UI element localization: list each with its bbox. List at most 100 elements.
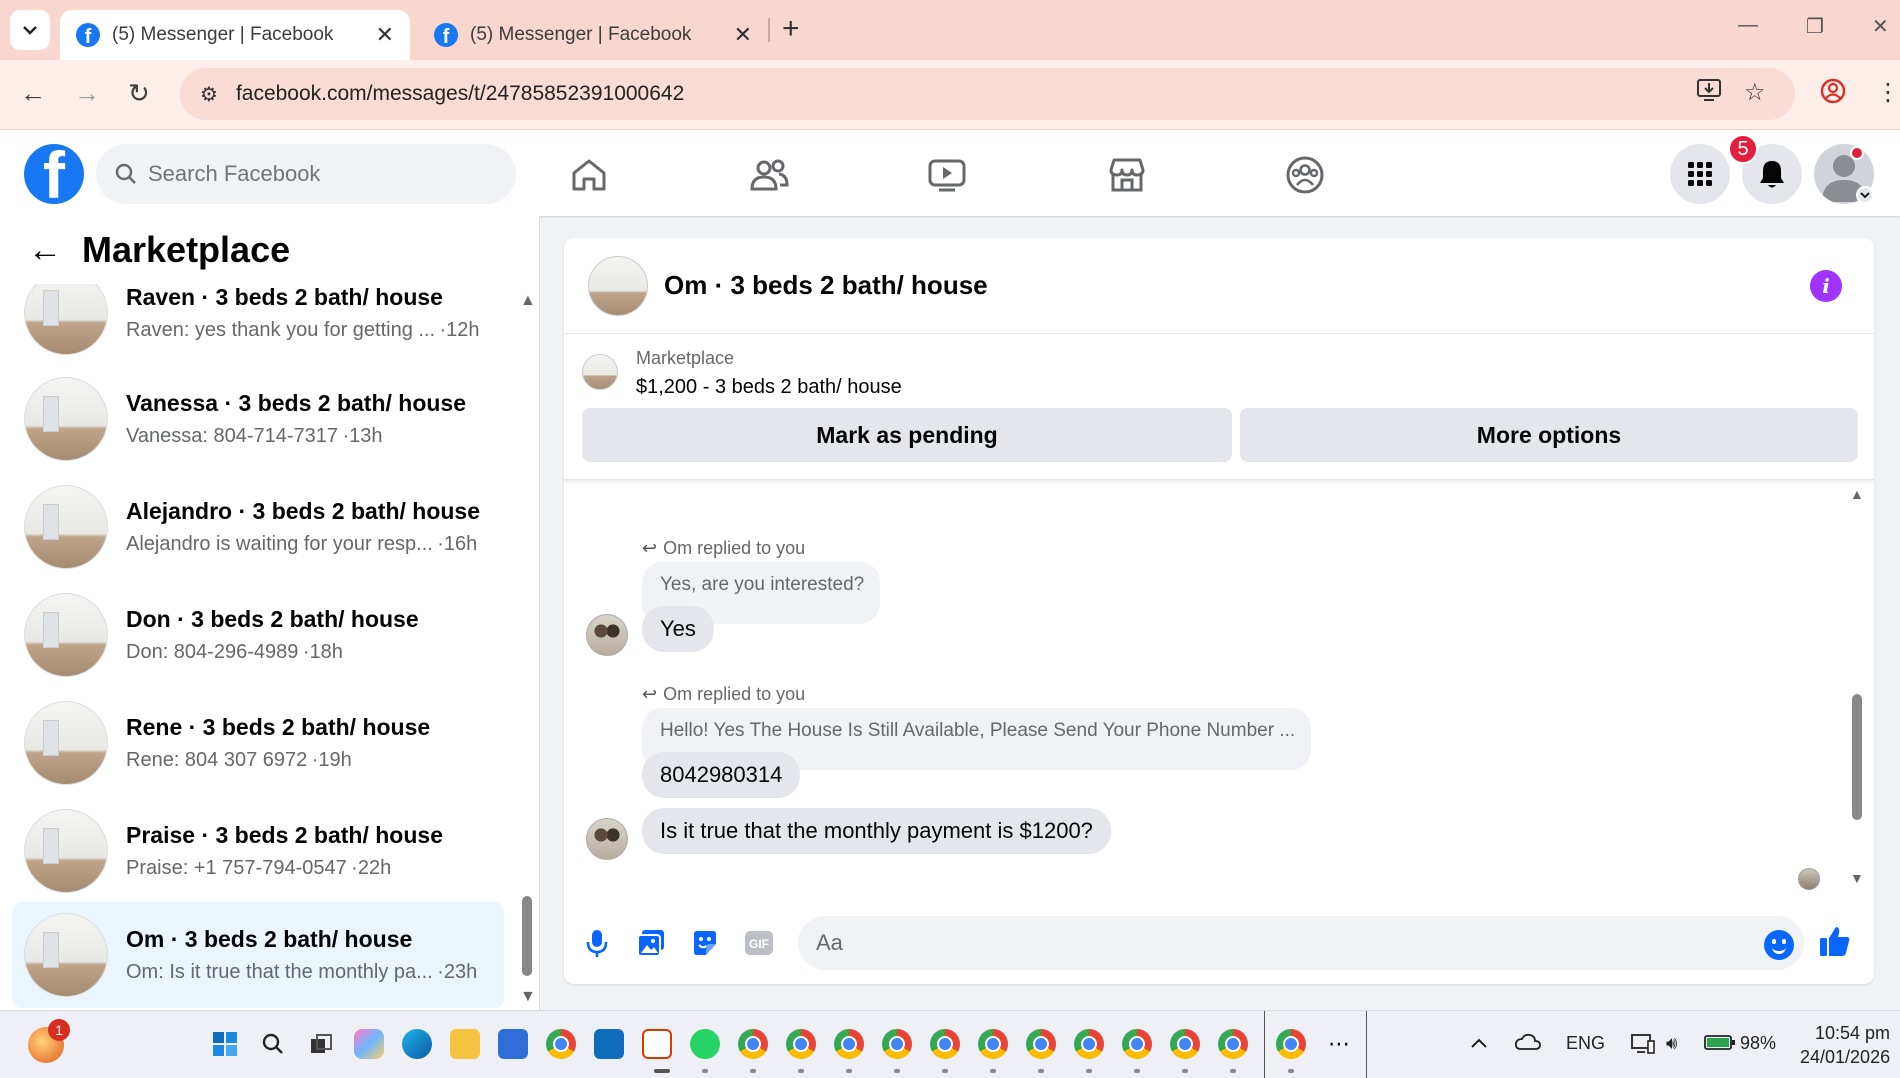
gif-icon[interactable]: GIF <box>742 926 776 960</box>
chrome-window-icon[interactable] <box>834 1029 864 1059</box>
scrollbar-thumb[interactable] <box>1852 694 1862 820</box>
message-bubble[interactable]: Is it true that the monthly payment is $… <box>642 808 1111 854</box>
facebook-search[interactable] <box>96 144 516 204</box>
chrome-window-icon[interactable] <box>1170 1029 1200 1059</box>
browser-menu-icon[interactable]: ⋮ <box>1876 78 1900 107</box>
nav-friends[interactable] <box>744 152 794 198</box>
conversation-item[interactable]: Vanessa · 3 beds 2 bath/ house Vanessa: … <box>12 366 504 472</box>
conversation-time: ·18h <box>302 641 343 663</box>
onedrive-cloud-icon[interactable] <box>1514 1033 1542 1056</box>
chrome-window-icon[interactable] <box>1122 1029 1152 1059</box>
chrome-window-icon[interactable] <box>1026 1029 1056 1059</box>
chrome-icon[interactable] <box>546 1029 576 1059</box>
chrome-window-icon[interactable] <box>882 1029 912 1059</box>
volume-icon[interactable]: 🔊︎ <box>1666 1033 1677 1054</box>
emoji-icon[interactable] <box>1764 930 1794 960</box>
scrollbar-thumb[interactable] <box>522 896 532 976</box>
chrome-window-icon[interactable] <box>786 1029 816 1059</box>
more-apps-icon[interactable]: ⋯ <box>1324 1029 1354 1059</box>
sender-avatar[interactable] <box>586 614 628 656</box>
battery-icon[interactable] <box>1704 1033 1736 1056</box>
edge-browser-icon[interactable] <box>402 1029 432 1059</box>
message-bubble[interactable]: 8042980314 <box>642 752 801 798</box>
task-view-icon[interactable] <box>306 1029 336 1059</box>
close-tab-icon[interactable]: ✕ <box>376 22 394 48</box>
conversation-name: Don · 3 beds 2 bath/ house <box>126 606 419 632</box>
listing-thumbnail <box>24 809 108 893</box>
scroll-down-arrow-icon[interactable]: ▼ <box>1850 870 1864 886</box>
restore-icon[interactable]: ❐ <box>1806 14 1824 39</box>
search-icon[interactable] <box>258 1029 288 1059</box>
listing-title[interactable]: $1,200 - 3 beds 2 bath/ house <box>636 376 902 399</box>
like-thumbs-up-icon[interactable] <box>1818 924 1852 958</box>
chat-title[interactable]: Om · 3 beds 2 bath/ house <box>664 270 988 301</box>
close-window-icon[interactable]: ✕ <box>1872 14 1889 39</box>
tab-list-button[interactable] <box>10 10 50 50</box>
chrome-window-icon[interactable] <box>1276 1029 1306 1059</box>
photo-icon[interactable] <box>634 926 668 960</box>
system-clock[interactable]: 10:54 pm 24/01/2026 <box>1800 1021 1890 1069</box>
whatsapp-icon[interactable] <box>690 1029 720 1059</box>
chrome-window-icon[interactable] <box>978 1029 1008 1059</box>
reply-note: ↩ Om replied to you <box>642 538 805 559</box>
close-tab-icon[interactable]: ✕ <box>734 22 752 48</box>
chrome-window-icon[interactable] <box>1218 1029 1248 1059</box>
chrome-window-icon[interactable] <box>738 1029 768 1059</box>
chrome-window-icon[interactable] <box>930 1029 960 1059</box>
menu-grid-button[interactable] <box>1670 144 1730 204</box>
conversation-item-selected[interactable]: Om · 3 beds 2 bath/ house Om: Is it true… <box>12 902 504 1008</box>
omnibox[interactable]: ⚙ facebook.com/messages/t/24785852391000… <box>180 68 1795 120</box>
windows-start-icon[interactable] <box>210 1029 240 1059</box>
file-explorer-icon[interactable] <box>450 1029 480 1059</box>
outlook-icon[interactable] <box>594 1029 624 1059</box>
message-bubble[interactable]: Yes <box>642 606 714 652</box>
message-input[interactable] <box>798 916 1804 970</box>
copilot-icon[interactable] <box>354 1029 384 1059</box>
scroll-up-arrow-icon[interactable]: ▲ <box>520 292 536 310</box>
conversation-item[interactable]: Don · 3 beds 2 bath/ house Don: 804-296-… <box>12 582 504 688</box>
reload-icon[interactable]: ↻ <box>128 78 150 109</box>
sticker-icon[interactable] <box>688 926 722 960</box>
site-settings-icon[interactable]: ⚙ <box>200 82 218 107</box>
install-app-icon[interactable] <box>1696 78 1722 109</box>
scroll-up-arrow-icon[interactable]: ▲ <box>1850 486 1864 502</box>
microsoft-store-icon[interactable] <box>498 1029 528 1059</box>
back-arrow-icon[interactable]: ← <box>20 78 46 109</box>
scroll-down-arrow-icon[interactable]: ▼ <box>520 988 536 1006</box>
show-hidden-icons-icon[interactable] <box>1470 1033 1488 1054</box>
running-app-indicator <box>1182 1069 1188 1073</box>
conversation-item[interactable]: Alejandro · 3 beds 2 bath/ house Alejand… <box>12 474 504 580</box>
search-input[interactable] <box>148 161 488 187</box>
microphone-icon[interactable] <box>580 926 614 960</box>
browser-tab-1[interactable]: f (5) Messenger | Facebook ✕ <box>60 10 410 60</box>
chrome-window-icon[interactable] <box>1074 1029 1104 1059</box>
sender-avatar[interactable] <box>586 818 628 860</box>
minimize-icon[interactable]: — <box>1738 14 1758 37</box>
nav-groups[interactable] <box>1280 152 1330 198</box>
snipping-tool-icon[interactable] <box>642 1029 672 1059</box>
facebook-logo[interactable]: f <box>24 144 84 204</box>
conversation-item[interactable]: Praise · 3 beds 2 bath/ house Praise: +1… <box>12 798 504 904</box>
url-text[interactable]: facebook.com/messages/t/2478585239100064… <box>236 82 684 106</box>
browser-tab-2[interactable]: f (5) Messenger | Facebook ✕ <box>418 10 768 60</box>
account-dropdown-icon[interactable] <box>1856 186 1874 204</box>
network-icon[interactable] <box>1630 1033 1656 1060</box>
more-options-button[interactable]: More options <box>1240 408 1858 462</box>
message-list: ▲ ▼ ↩ Om replied to you Yes, are you int… <box>564 480 1874 902</box>
conversation-item[interactable]: Rene · 3 beds 2 bath/ house Rene: 804 30… <box>12 690 504 796</box>
listing-thumbnail[interactable] <box>582 354 618 390</box>
nav-home[interactable] <box>564 152 614 198</box>
mark-as-pending-button[interactable]: Mark as pending <box>582 408 1232 462</box>
language-indicator[interactable]: ENG <box>1566 1033 1605 1054</box>
nav-marketplace[interactable] <box>1102 152 1152 198</box>
conversation-time: ·12h <box>439 319 480 341</box>
forward-arrow-icon[interactable]: → <box>74 78 100 109</box>
chat-avatar[interactable] <box>588 255 648 316</box>
new-tab-button[interactable]: + <box>782 12 800 46</box>
back-arrow-icon[interactable]: ← <box>28 231 62 270</box>
info-icon[interactable]: i <box>1810 270 1842 302</box>
nav-video[interactable] <box>922 152 972 198</box>
profile-icon[interactable] <box>1820 78 1846 111</box>
taskbar-separator <box>1264 1011 1265 1078</box>
bookmark-star-icon[interactable]: ☆ <box>1744 78 1766 107</box>
